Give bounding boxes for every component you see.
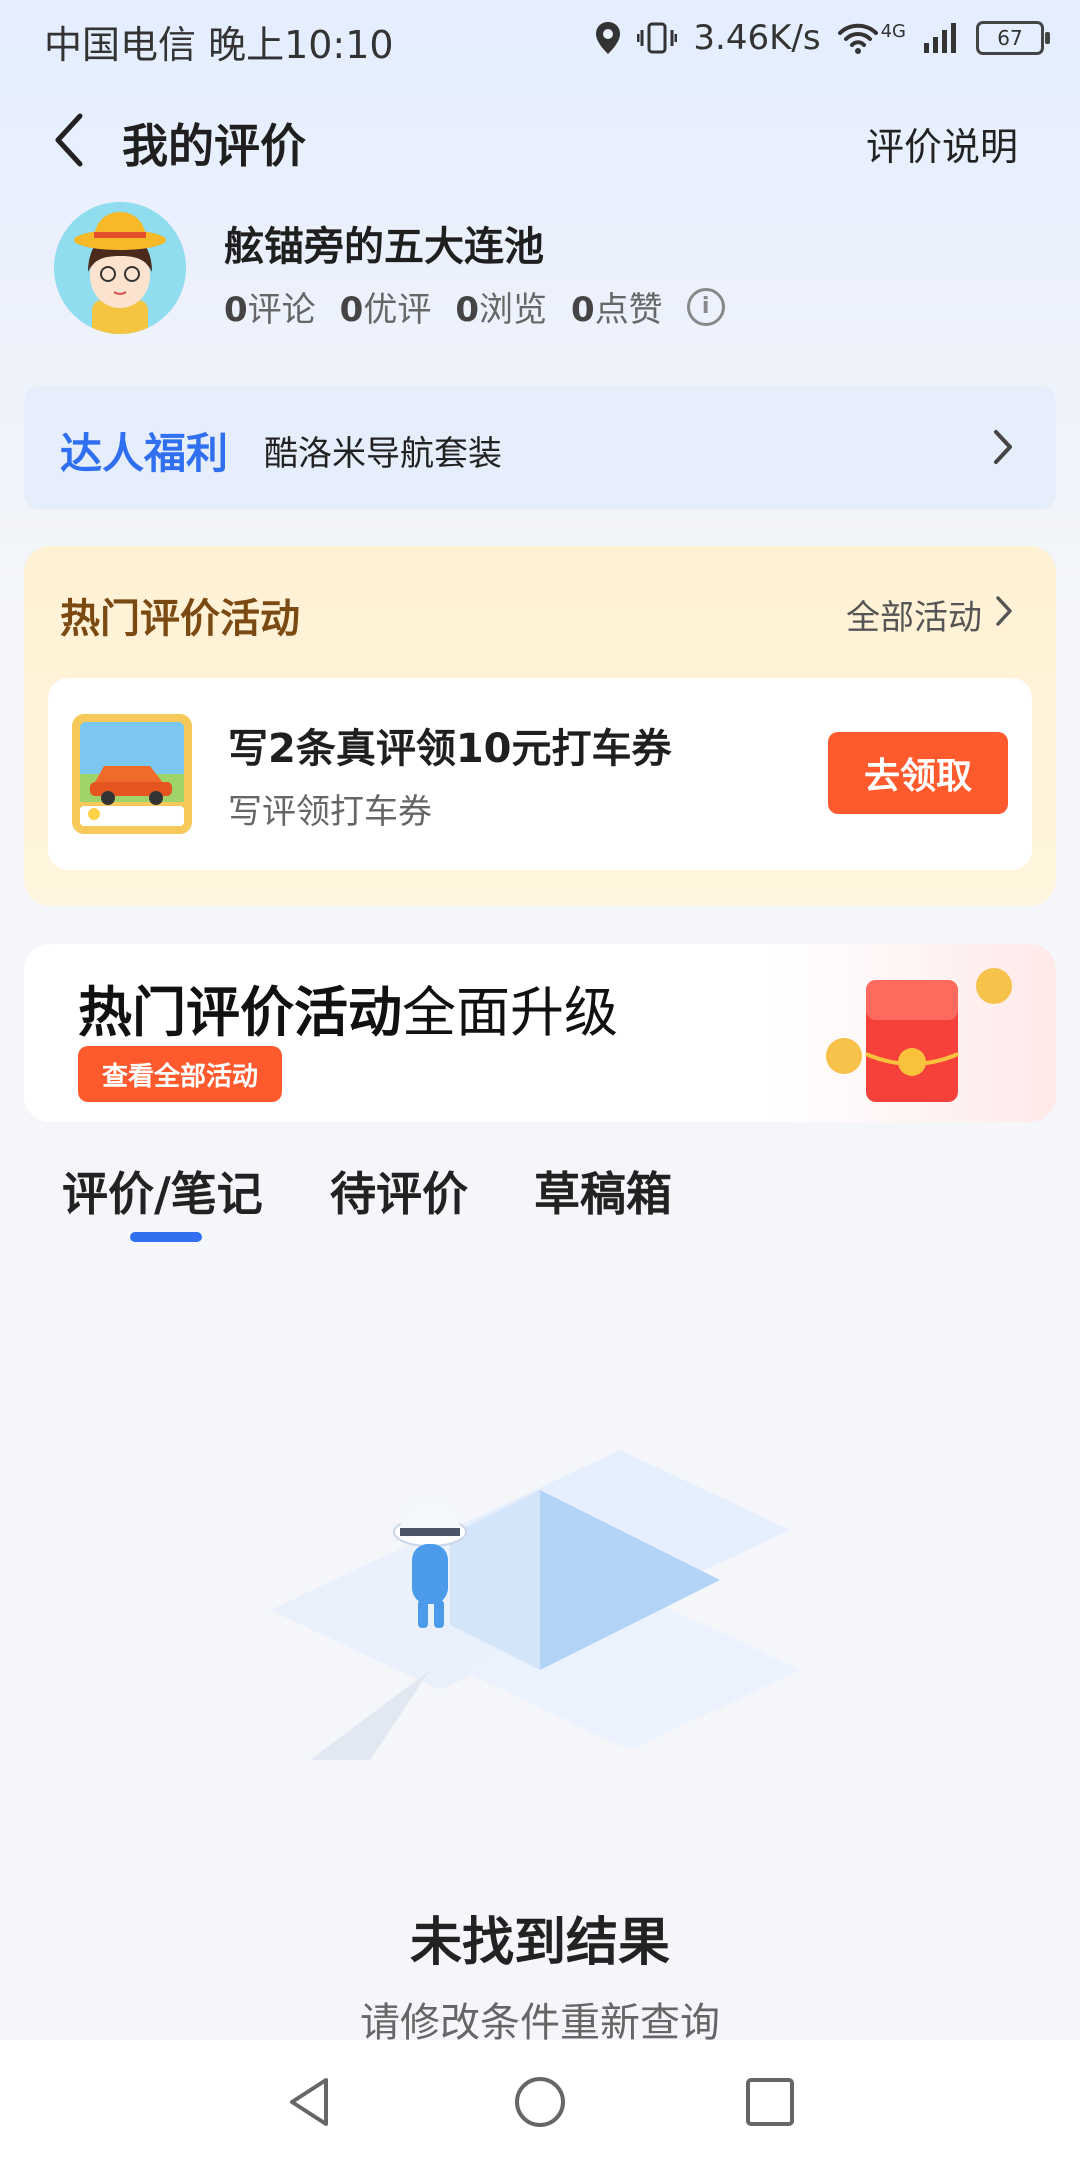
- status-icons: 3.46K/s 4G 67: [595, 14, 1050, 62]
- network-type: 4G: [880, 20, 906, 42]
- welfare-text: 酷洛米导航套装: [264, 434, 502, 474]
- tab-pending-review[interactable]: 待评价: [330, 1158, 468, 1224]
- header: 我的评价 评价说明: [0, 100, 1080, 180]
- claim-button[interactable]: 去领取: [828, 732, 1008, 814]
- nav-back-icon[interactable]: [282, 2074, 338, 2130]
- carrier-time: 中国电信 晚上10:10: [44, 23, 394, 67]
- chevron-right-icon[interactable]: [994, 594, 1014, 628]
- all-activities-link[interactable]: 全部活动: [846, 590, 982, 639]
- empty-state-title: 未找到结果: [409, 1913, 670, 1973]
- avatar[interactable]: [54, 202, 186, 334]
- stat-comments: 0评论: [224, 290, 316, 330]
- review-tabs: 评价/笔记 待评价 草稿箱: [0, 1158, 1080, 1248]
- tab-reviews-notes[interactable]: 评价/笔记: [62, 1158, 263, 1224]
- activity-card[interactable]: 写2条真评领10元打车券 写评领打车券 去领取: [48, 678, 1032, 870]
- tab-drafts[interactable]: 草稿箱: [534, 1158, 672, 1224]
- banner-title: 热门评价活动全面升级: [78, 981, 618, 1044]
- active-tab-indicator: [130, 1232, 202, 1242]
- user-profile: 舷锚旁的五大连池 0评论 0优评 0浏览 0点赞 i: [54, 202, 1054, 342]
- user-stats: 0评论 0优评 0浏览 0点赞 i: [224, 282, 725, 331]
- rating-help-link[interactable]: 评价说明: [866, 116, 1018, 171]
- wifi-icon: [837, 23, 878, 54]
- info-icon[interactable]: i: [686, 287, 725, 326]
- page-title: 我的评价: [122, 119, 306, 173]
- nav-recents-icon[interactable]: [742, 2074, 798, 2130]
- welfare-title: 达人福利: [60, 429, 229, 478]
- network-speed: 3.46K/s: [693, 18, 821, 58]
- battery-icon: 67: [976, 21, 1050, 55]
- vibrate-icon: [637, 22, 678, 54]
- stat-views: 0浏览: [455, 290, 548, 330]
- activity-upgrade-banner[interactable]: 热门评价活动全面升级 查看全部活动: [24, 944, 1056, 1122]
- back-arrow-icon[interactable]: [46, 110, 96, 170]
- signal-icon: [924, 23, 956, 53]
- chevron-right-icon: [994, 430, 1012, 464]
- nav-home-icon[interactable]: [512, 2074, 568, 2130]
- banner-decoration: [766, 944, 1056, 1122]
- hot-activity-section: 热门评价活动 全部活动 写2条真评领10元打车券 写评领打车券 去领取: [24, 546, 1056, 906]
- empty-state-illustration: [270, 1450, 800, 1760]
- activity-card-subtitle: 写评领打车券: [228, 792, 432, 832]
- status-bar: 中国电信 晚上10:10 3.46K/s 4G 67: [0, 0, 1080, 76]
- stat-likes: 0点赞: [571, 290, 663, 330]
- activity-card-title: 写2条真评领10元打车券: [228, 726, 672, 772]
- hot-activity-title: 热门评价活动: [60, 596, 300, 642]
- location-icon: [596, 22, 621, 54]
- expert-welfare-bar[interactable]: 达人福利 酷洛米导航套装: [24, 386, 1056, 510]
- view-all-activities-button[interactable]: 查看全部活动: [78, 1046, 282, 1102]
- username: 舷锚旁的五大连池: [224, 224, 544, 270]
- activity-thumbnail: [72, 714, 192, 834]
- system-navigation-bar: [0, 2040, 1080, 2160]
- stat-good-reviews: 0优评: [339, 290, 432, 330]
